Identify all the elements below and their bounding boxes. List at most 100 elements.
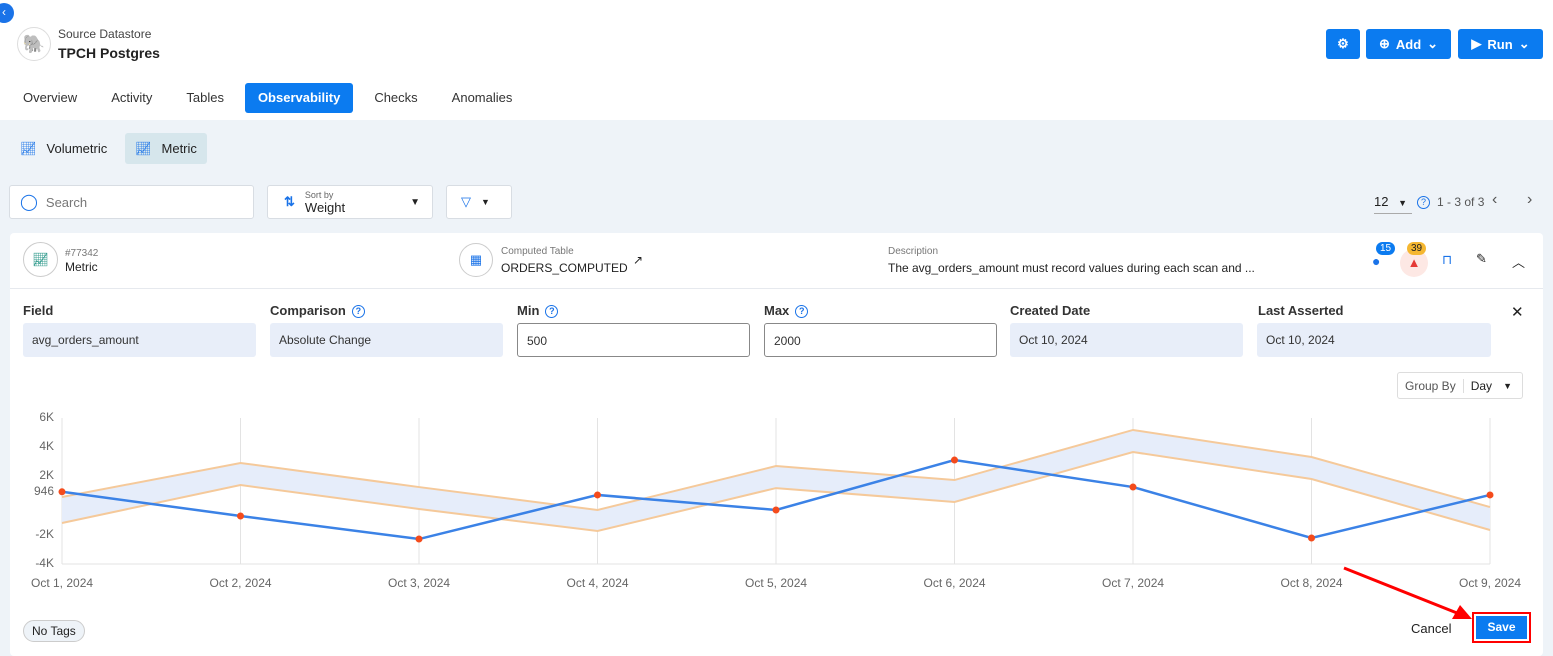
page-range: 1 - 3 of 3: [1437, 195, 1485, 209]
tab-activity[interactable]: Activity: [98, 83, 165, 113]
check-id: #77342: [65, 248, 99, 259]
next-page-button[interactable]: ›: [1527, 191, 1532, 209]
tab-observability[interactable]: Observability: [244, 83, 354, 113]
sort-label: Sort by: [304, 189, 334, 200]
min-label: Min?: [517, 303, 559, 319]
save-button[interactable]: Save: [1476, 616, 1527, 639]
save-highlight: Save: [1472, 612, 1531, 643]
x-tick-label: Oct 3, 2024: [388, 576, 451, 590]
field-value: avg_orders_amount: [23, 323, 256, 357]
page-size-value: 12: [1374, 194, 1389, 209]
badge-count-blue: 15: [1376, 242, 1396, 255]
tab-tables[interactable]: Tables: [173, 83, 237, 113]
data-point: [951, 456, 958, 464]
source-label: Source Datastore: [58, 27, 152, 41]
subtab-label: Volumetric: [46, 141, 108, 156]
sort-icon: ⇅: [284, 194, 295, 209]
help-icon: ?: [795, 305, 809, 319]
gear-icon: ⚙: [1337, 36, 1349, 51]
add-button[interactable]: ⊕ Add ⌄: [1366, 29, 1451, 59]
no-tags-badge[interactable]: No Tags: [23, 620, 85, 642]
bookmark-icon[interactable]: ⊓: [1442, 252, 1452, 268]
plus-circle-icon: ⊕: [1378, 36, 1390, 51]
x-tick-label: Oct 6, 2024: [923, 576, 986, 590]
y-tick-label: 946: [33, 483, 54, 498]
help-icon[interactable]: ?: [1417, 196, 1430, 209]
x-tick-label: Oct 2, 2024: [209, 576, 272, 590]
y-tick-label: 4K: [39, 439, 54, 454]
add-label: Add: [1395, 36, 1422, 52]
x-tick-label: Oct 7, 2024: [1102, 576, 1165, 590]
search-placeholder: Search: [45, 194, 88, 210]
data-point: [1308, 534, 1315, 542]
help-icon: ?: [545, 305, 559, 319]
comparison-value: Absolute Change: [270, 323, 503, 357]
x-tick-label: Oct 4, 2024: [566, 576, 629, 590]
caret-down-icon: ▼: [1503, 380, 1512, 391]
run-label: Run: [1487, 36, 1513, 52]
chevron-down-icon: ⌄: [1427, 36, 1439, 51]
subtab-volumetric[interactable]: 📈︎ Volumetric: [10, 133, 117, 164]
data-point: [594, 491, 601, 499]
x-tick-label: Oct 5, 2024: [745, 576, 808, 590]
badge-count-orange: 39: [1407, 242, 1427, 255]
data-point: [1129, 483, 1137, 491]
description-label: Description: [888, 246, 939, 257]
table-name[interactable]: ORDERS_COMPUTED: [501, 261, 628, 275]
min-input[interactable]: 500: [517, 323, 750, 357]
prev-page-button[interactable]: ‹: [1492, 191, 1497, 209]
user-icon[interactable]: ●: [1372, 253, 1380, 269]
tab-overview[interactable]: Overview: [10, 83, 90, 113]
collapse-icon[interactable]: ︿: [1512, 252, 1525, 271]
comparison-label: Comparison?: [270, 303, 365, 319]
metric-chart: [58, 418, 1494, 565]
close-icon[interactable]: ✕: [1511, 303, 1524, 321]
run-button[interactable]: ▶ Run ⌄: [1458, 29, 1543, 59]
max-label: Max?: [764, 303, 809, 319]
data-point: [1486, 491, 1494, 499]
settings-button[interactable]: ⚙: [1326, 29, 1360, 59]
source-name: TPCH Postgres: [58, 45, 160, 61]
play-icon: ▶: [1471, 36, 1482, 51]
table-label: Computed Table: [501, 246, 574, 257]
subtab-label: Metric: [161, 141, 197, 156]
y-tick-label: 6K: [39, 410, 54, 424]
created-date-label: Created Date: [1010, 303, 1091, 318]
back-button[interactable]: ‹: [0, 3, 14, 23]
caret-down-icon: ▼: [1398, 198, 1408, 208]
group-by-select[interactable]: Group By Day ▼: [1397, 372, 1523, 399]
filter-button[interactable]: ▽ ▼: [446, 185, 512, 219]
search-input[interactable]: ◯ Search: [9, 185, 254, 219]
tab-anomalies[interactable]: Anomalies: [439, 83, 526, 113]
metric-icon: 📈︎: [23, 242, 58, 277]
external-link-icon[interactable]: ↗: [633, 253, 643, 267]
field-label: Field: [23, 303, 54, 318]
filter-icon: ▽: [461, 194, 471, 209]
divider: [10, 288, 1543, 289]
sort-select[interactable]: ⇅ Sort by Weight ▼: [267, 185, 433, 219]
check-type: Metric: [65, 260, 98, 274]
edit-icon[interactable]: ✎: [1476, 251, 1487, 267]
caret-down-icon: ▼: [481, 197, 490, 207]
y-tick-label: -2K: [35, 526, 54, 541]
page-size-select[interactable]: 12 ▼: [1374, 194, 1412, 214]
y-tick-label: -4K: [35, 556, 54, 570]
description-text: The avg_orders_amount must record values…: [888, 261, 1255, 275]
group-by-label: Group By: [1398, 378, 1464, 393]
data-point: [415, 535, 423, 543]
tabs: Overview Activity Tables Observability C…: [10, 83, 525, 113]
subtab-metric[interactable]: 📈︎ Metric: [125, 133, 207, 164]
postgres-logo-icon: 🐘: [17, 27, 51, 61]
y-tick-label: 2K: [39, 468, 54, 483]
chevron-down-icon: ⌄: [1518, 36, 1530, 51]
help-icon: ?: [351, 305, 365, 319]
max-input[interactable]: 2000: [764, 323, 997, 357]
data-point: [58, 488, 66, 496]
table-icon: ▦: [459, 243, 493, 277]
tab-checks[interactable]: Checks: [361, 83, 430, 113]
last-asserted-label: Last Asserted: [1258, 303, 1344, 318]
data-point: [772, 506, 780, 514]
x-tick-label: Oct 8, 2024: [1280, 576, 1343, 590]
data-point: [237, 512, 244, 520]
caret-down-icon: ▼: [410, 196, 420, 208]
